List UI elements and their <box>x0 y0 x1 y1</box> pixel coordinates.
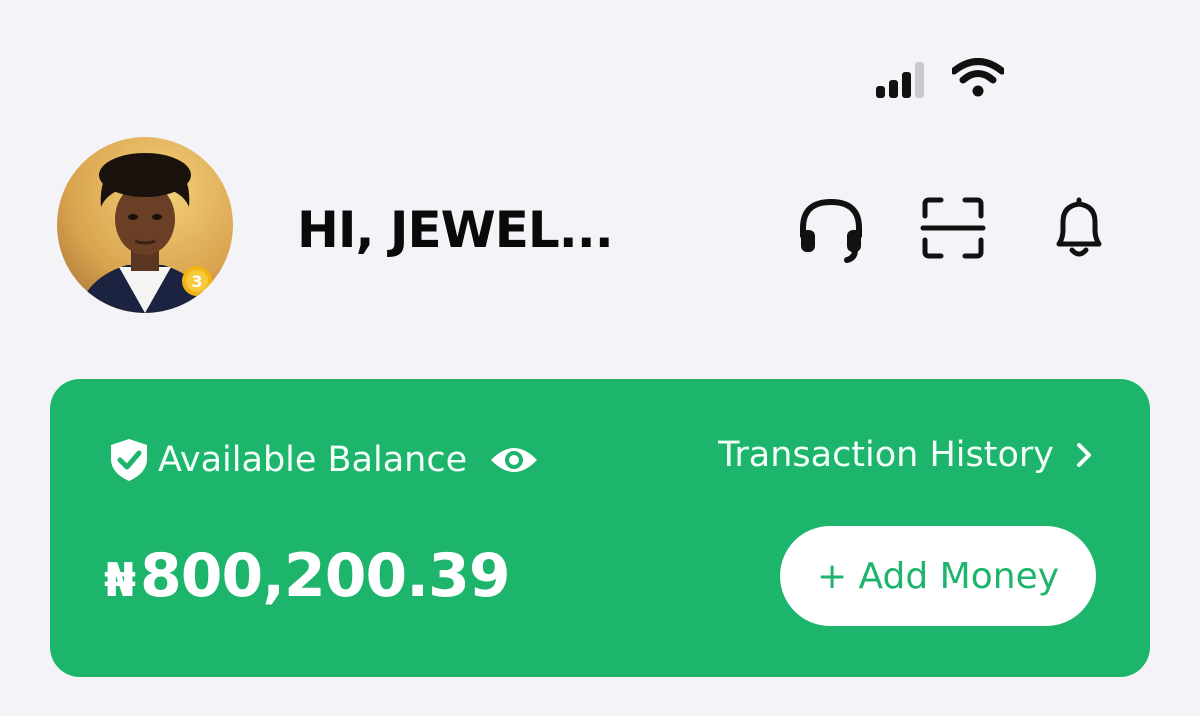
scan-icon <box>920 197 986 259</box>
transaction-history-label: Transaction History <box>718 435 1054 475</box>
shield-check-icon <box>111 439 147 481</box>
status-bar <box>876 58 1004 98</box>
scan-button[interactable] <box>917 192 989 264</box>
eye-icon <box>491 448 538 472</box>
greeting-title: HI, JEWEL... <box>297 201 614 259</box>
bell-icon <box>1056 197 1102 257</box>
avatar-badge: 3 <box>191 272 202 291</box>
transaction-history-link[interactable]: Transaction History <box>718 435 1092 475</box>
wifi-icon <box>952 58 1004 97</box>
headset-support-icon <box>800 198 862 263</box>
cellular-signal-icon <box>876 60 924 98</box>
chevron-right-icon <box>1077 443 1091 467</box>
balance-value: 800,200.39 <box>140 541 511 611</box>
balance-label-row: Available Balance <box>108 437 539 483</box>
balance-card: Available Balance Transaction History ₦ … <box>50 379 1150 677</box>
notifications-button[interactable] <box>1043 192 1115 264</box>
currency-symbol: ₦ <box>104 553 137 607</box>
support-button[interactable] <box>795 192 867 264</box>
toggle-balance-visibility[interactable] <box>489 442 539 478</box>
balance-amount: ₦ 800,200.39 <box>104 541 511 611</box>
add-money-button[interactable]: + Add Money <box>780 526 1096 626</box>
balance-label: Available Balance <box>158 440 468 480</box>
avatar[interactable]: 3 <box>57 137 233 313</box>
